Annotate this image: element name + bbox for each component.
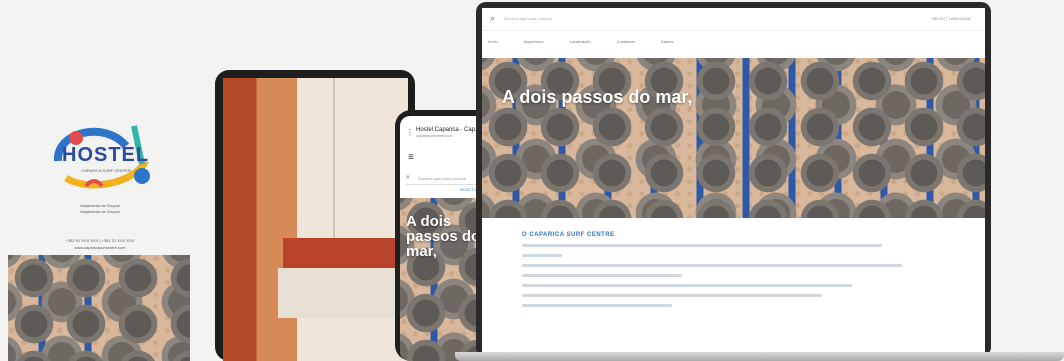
brochure-line-1: Alojamento de Grupos [80,203,120,208]
nav-item-alojamento[interactable]: Alojamento [524,39,544,44]
laptop-screen: ⌕ Escreva aqui para procurar SELECT LANG… [482,8,985,353]
paragraph-line [522,294,822,297]
section-title: O CAPARICA SURF CENTRE [522,232,615,238]
bed-blanket [283,238,408,268]
logo-text: HOSTEL [62,144,150,166]
laptop-search-icon[interactable]: ⌕ [490,13,495,24]
phone-search-input[interactable]: Escreva aqui para procurar [418,176,466,181]
phone-search-icon: ⌕ [406,174,410,181]
phone-menu-icon[interactable]: ⋮ [406,128,414,137]
nav-item-contactos[interactable]: Contactos [617,39,635,44]
laptop-search-input[interactable]: Escreva aqui para procurar [504,16,552,21]
nav-item-galeria[interactable]: Galeria [661,39,674,44]
bed [278,268,408,318]
brochure-beach-photo [8,255,190,361]
paragraph-line [522,284,852,287]
paragraph-line [522,264,902,267]
brochure-contact: +351 91 XXX XXX | +351 21 XXX XXX [65,238,135,243]
paragraph-line [522,304,672,307]
hostel-logo: HOSTEL CAPARICA SURF CENTER [46,116,158,196]
phone-hamburger-icon[interactable]: ≡ [408,152,414,163]
paragraph-line [522,254,562,257]
nav-item-inicio[interactable]: Início [488,39,498,44]
phone-url-sub: caparicasurfcentre.com [416,134,453,138]
laptop-header: ⌕ Escreva aqui para procurar SELECT LANG… [482,8,985,31]
laptop-nav: Início Alojamento Localização Contactos … [482,30,985,52]
brochure-website: www.caparicasurfcentre.com [74,245,126,250]
door-frame [333,78,335,238]
logo-subtitle: CAPARICA SURF CENTER [81,168,131,173]
brochure-line-2: Alojamento de Grupos [80,209,120,214]
paragraph-line [522,274,682,277]
brochure: HOSTEL CAPARICA SURF CENTER Alojamento d… [0,0,200,361]
laptop-hero-title: A dois passos do mar, [502,87,693,107]
laptop-base [455,352,1064,361]
laptop-hero-image: A dois passos do mar, [482,58,985,218]
phone-url[interactable]: Hostel Caparica - Cap... [416,127,480,133]
paragraph-line [522,244,882,247]
laptop-select-language[interactable]: SELECT LANGUAGE [932,16,971,21]
section-body [522,244,902,314]
tablet-room-photo [223,78,408,361]
nav-item-localizacao[interactable]: Localização [570,39,591,44]
